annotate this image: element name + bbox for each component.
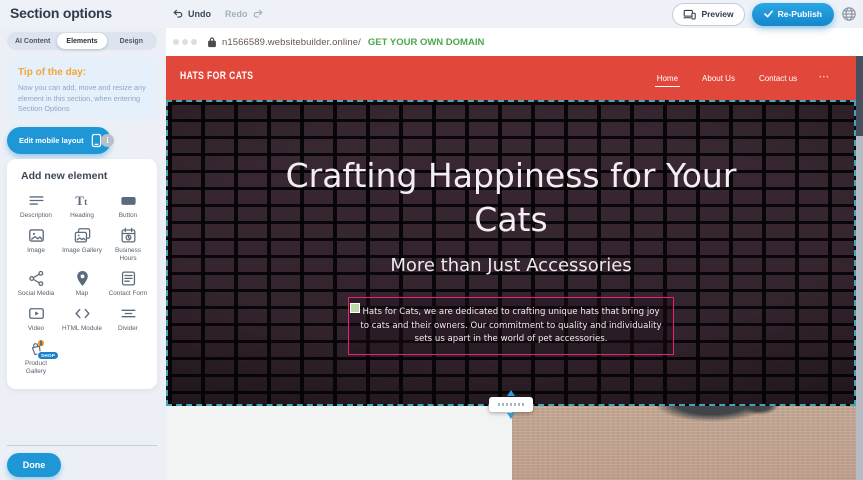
element-contact-form[interactable]: Contact Form — [105, 269, 151, 298]
tab-design[interactable]: Design — [107, 33, 156, 49]
window-dot — [182, 39, 188, 45]
element-resize-handle[interactable] — [350, 303, 360, 313]
video-icon — [27, 304, 46, 323]
contact-form-icon — [119, 269, 138, 288]
done-button[interactable]: Done — [7, 453, 61, 477]
element-video[interactable]: Video — [13, 304, 59, 333]
button-icon — [119, 191, 138, 210]
redo-label: Redo — [225, 9, 248, 19]
element-description[interactable]: Description — [13, 191, 59, 220]
element-html-module[interactable]: HTML Module — [59, 304, 105, 333]
heading-icon: T t — [73, 191, 92, 210]
undo-label: Undo — [188, 9, 211, 19]
sidebar: AI Content Elements Design Tip of the da… — [0, 28, 166, 480]
tile-seam — [743, 472, 856, 480]
html-module-icon — [73, 304, 92, 323]
map-pin-icon — [73, 269, 92, 288]
image-icon — [27, 226, 46, 245]
nav-about-us[interactable]: About Us — [700, 70, 737, 87]
tip-title: Tip of the day: — [18, 67, 146, 78]
nav-more-menu[interactable]: ••• — [819, 75, 830, 81]
window-dot — [173, 39, 179, 45]
nav-home[interactable]: Home — [655, 70, 680, 87]
hero-paragraph-text: Hats for Cats, we are dedicated to craft… — [360, 307, 661, 344]
edit-mobile-layout-button[interactable]: Edit mobile layout — [7, 127, 111, 154]
add-element-panel: Add new element Description T t Heading — [7, 159, 157, 389]
carpet-cat-image — [512, 406, 856, 480]
phone-icon — [91, 133, 102, 148]
element-map[interactable]: Map — [59, 269, 105, 298]
drag-grip-icon — [498, 403, 524, 406]
undo-button[interactable]: Undo — [172, 8, 211, 20]
arrow-up-icon — [507, 390, 515, 396]
svg-text:t: t — [84, 198, 88, 208]
panel-title: Add new element — [21, 170, 151, 182]
tip-of-the-day-card: Tip of the day: Now you can add, move an… — [7, 58, 157, 120]
element-heading[interactable]: T t Heading — [59, 191, 105, 220]
history-controls: Undo Redo — [172, 0, 264, 28]
hero-section[interactable]: Crafting Happiness for Your Cats More th… — [166, 100, 856, 406]
element-button[interactable]: Button — [105, 191, 151, 220]
arrow-down-icon — [507, 413, 515, 419]
element-image[interactable]: Image — [13, 226, 59, 263]
browser-chrome: n1566589.websitebuilder.online/ GET YOUR… — [166, 28, 863, 56]
social-media-icon — [27, 269, 46, 288]
tab-elements[interactable]: Elements — [57, 33, 106, 49]
element-product-gallery[interactable]: ! SHOP Product Gallery — [13, 339, 59, 376]
scrollbar-thumb[interactable] — [856, 56, 863, 136]
divider-icon — [119, 304, 138, 323]
redo-icon — [252, 8, 264, 20]
site-logo[interactable]: HATS FOR CATS — [180, 70, 253, 82]
nav-contact-us[interactable]: Contact us — [757, 70, 799, 87]
preview-button[interactable]: Preview — [672, 3, 744, 26]
image-gallery-icon — [73, 226, 92, 245]
business-hours-icon — [119, 226, 138, 245]
page-title: Section options — [10, 5, 112, 21]
svg-text:!: ! — [40, 341, 42, 347]
description-icon — [27, 191, 46, 210]
redo-button[interactable]: Redo — [225, 8, 264, 20]
undo-icon — [172, 8, 184, 20]
element-business-hours[interactable]: Business Hours — [105, 226, 151, 263]
edit-mobile-label: Edit mobile layout — [19, 136, 84, 145]
window-dot — [191, 39, 197, 45]
check-icon — [764, 10, 773, 18]
tip-body: Now you can add, move and resize any ele… — [18, 83, 146, 115]
topbar-actions: Preview Re-Publish — [672, 0, 857, 28]
hero-paragraph[interactable]: Hats for Cats, we are dedicated to craft… — [348, 297, 674, 355]
element-divider[interactable]: Divider — [105, 304, 151, 333]
app-root: Section options Undo Redo — [0, 0, 863, 480]
element-social-media[interactable]: Social Media — [13, 269, 59, 298]
preview-scrollbar[interactable] — [856, 56, 863, 480]
element-image-gallery[interactable]: Image Gallery — [59, 226, 105, 263]
hero-subheading[interactable]: More than Just Accessories — [168, 255, 854, 276]
republish-label: Re-Publish — [778, 9, 822, 19]
preview-label: Preview — [701, 9, 733, 19]
info-icon[interactable]: i — [101, 134, 114, 147]
republish-button[interactable]: Re-Publish — [752, 3, 834, 26]
devices-icon — [683, 9, 696, 20]
tab-ai-content[interactable]: AI Content — [8, 33, 57, 49]
site-header: HATS FOR CATS Home About Us Contact us •… — [166, 56, 856, 100]
section-tabs: AI Content Elements Design — [7, 32, 157, 50]
shop-badge: SHOP — [37, 351, 59, 360]
element-grid: Description T t Heading Button — [13, 191, 151, 376]
section-height-handle[interactable] — [489, 397, 533, 412]
svg-text:T: T — [75, 194, 84, 208]
sidebar-divider — [7, 445, 157, 446]
get-domain-link[interactable]: GET YOUR OWN DOMAIN — [368, 37, 484, 48]
language-globe-button[interactable] — [841, 6, 857, 22]
lock-icon — [207, 36, 217, 48]
site-nav: Home About Us Contact us ••• — [655, 56, 830, 100]
hero-heading[interactable]: Crafting Happiness for Your Cats — [276, 154, 746, 242]
site-preview: HATS FOR CATS Home About Us Contact us •… — [166, 56, 856, 480]
site-url: n1566589.websitebuilder.online/ — [222, 37, 361, 48]
topbar: Section options Undo Redo — [0, 0, 863, 28]
